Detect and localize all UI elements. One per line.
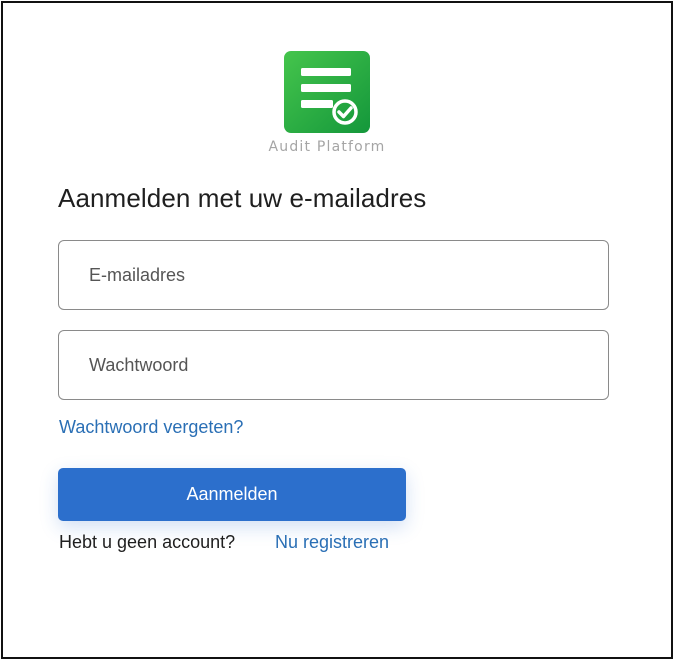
brand-name: Audit Platform xyxy=(268,139,386,155)
brand-logo: Audit Platform xyxy=(257,51,417,161)
sign-in-button[interactable]: Aanmelden xyxy=(58,468,406,521)
register-link[interactable]: Nu registreren xyxy=(275,532,389,553)
password-field-wrapper xyxy=(58,330,609,400)
document-check-icon xyxy=(284,51,370,133)
password-field[interactable] xyxy=(59,331,608,399)
email-field-wrapper xyxy=(58,240,609,310)
page-title: Aanmelden met uw e-mailadres xyxy=(58,183,427,213)
email-field[interactable] xyxy=(59,241,608,309)
forgot-password-link[interactable]: Wachtwoord vergeten? xyxy=(59,417,243,438)
no-account-text: Hebt u geen account? xyxy=(59,532,236,552)
login-panel: Audit Platform Aanmelden met uw e-mailad… xyxy=(1,1,673,659)
